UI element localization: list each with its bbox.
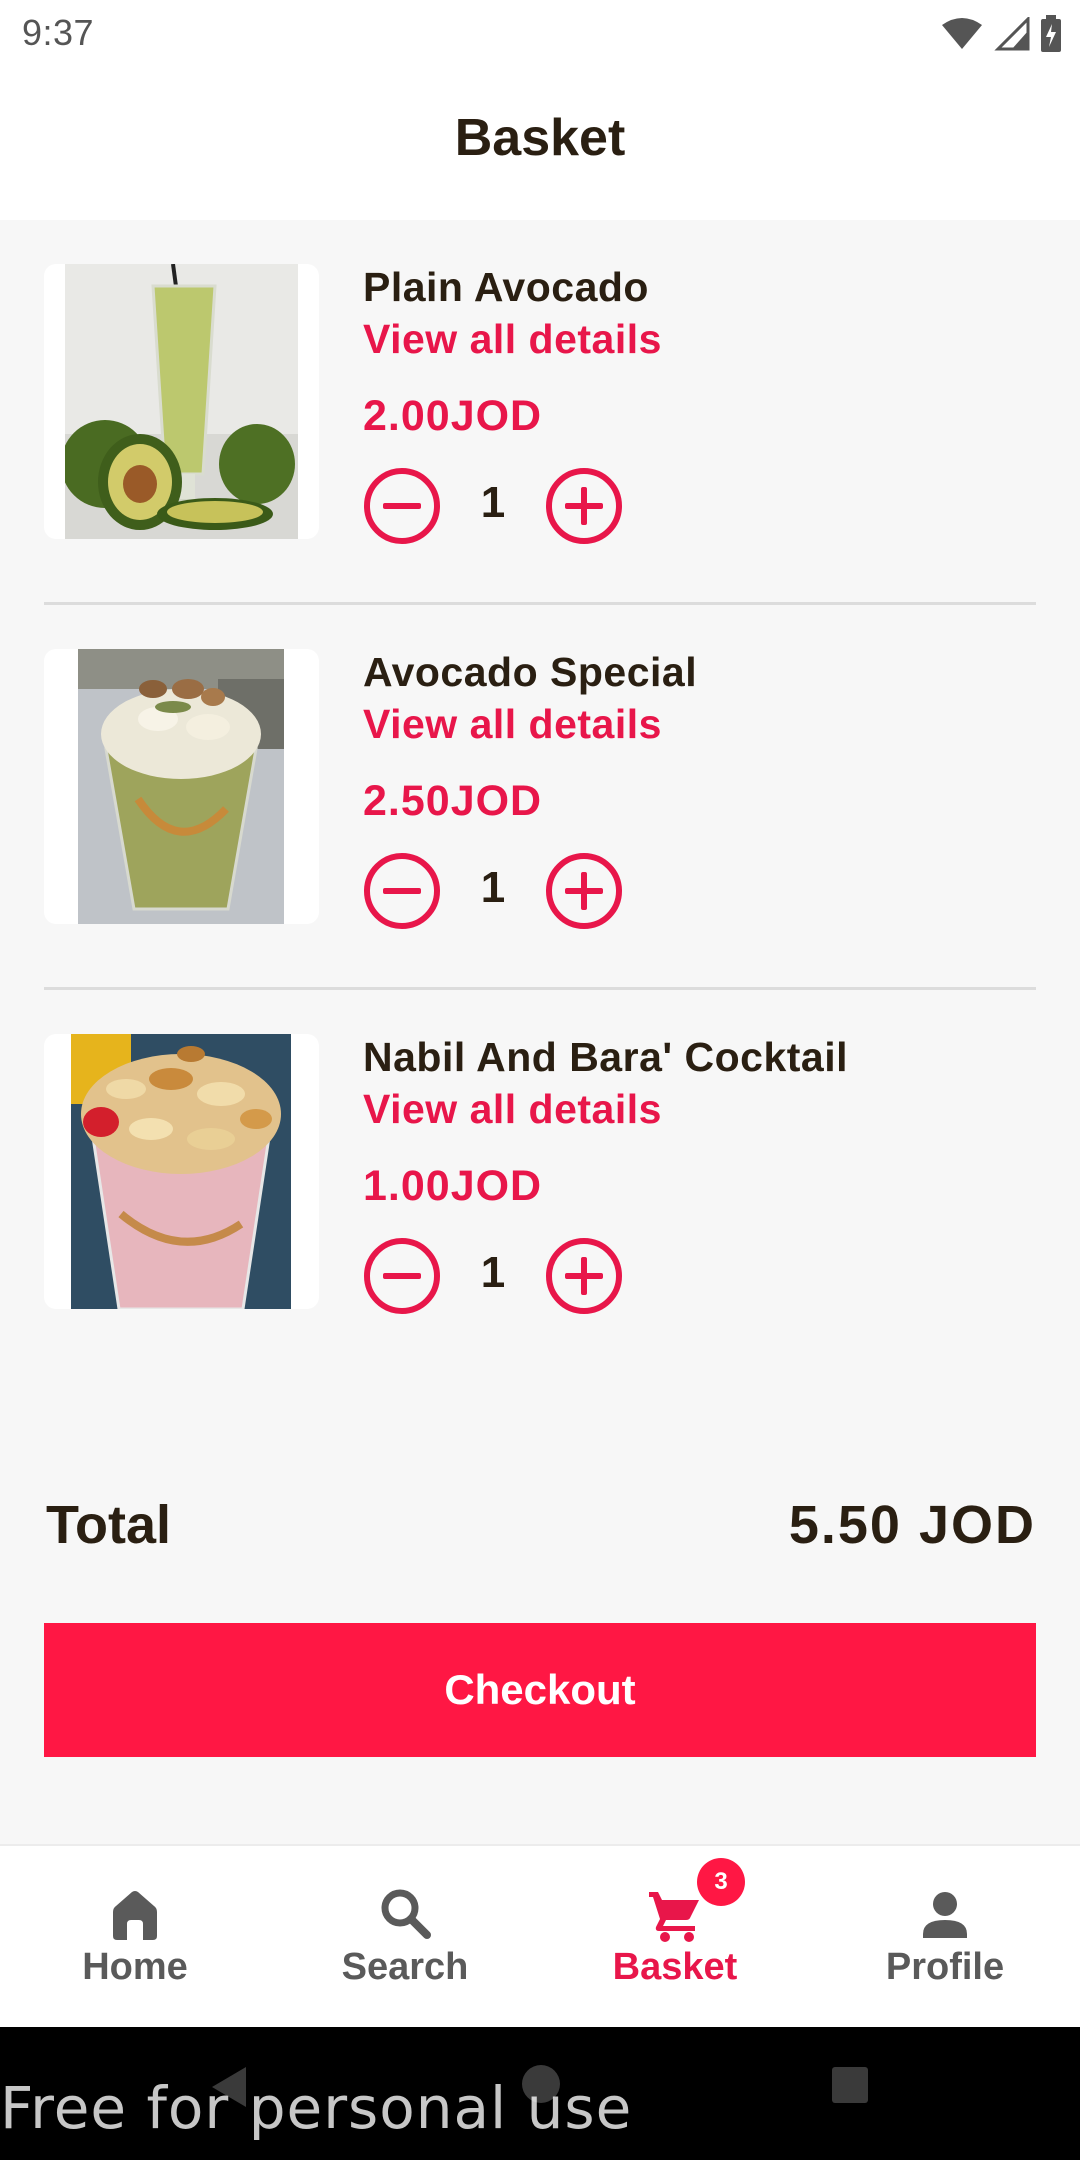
search-icon <box>381 1889 431 1939</box>
product-image[interactable] <box>44 649 319 924</box>
status-bar: 9:37 <box>0 0 1080 66</box>
home-icon <box>113 1891 157 1940</box>
view-details-link[interactable]: View all details <box>363 316 662 363</box>
signal-icon <box>994 17 1030 51</box>
product-name: Plain Avocado <box>363 264 649 310</box>
person-icon <box>923 1892 967 1938</box>
cart-icon <box>649 1892 699 1942</box>
nav-label-search: Search <box>341 1946 469 1988</box>
product-price: 2.00JOD <box>363 392 543 440</box>
page-title: Basket <box>454 109 626 167</box>
minus-icon <box>383 1273 421 1279</box>
wifi-icon <box>942 18 982 49</box>
quantity-value: 1 <box>480 478 506 527</box>
product-price: 2.50JOD <box>363 777 543 825</box>
nav-label-basket: Basket <box>612 1946 738 1988</box>
total-label: Total <box>46 1495 171 1555</box>
decrease-quantity-button[interactable] <box>364 468 440 544</box>
increase-quantity-button[interactable] <box>546 468 622 544</box>
product-name: Nabil And Bara' Cocktail <box>363 1034 849 1080</box>
plain-avocado-image <box>65 264 298 539</box>
plus-icon-vertical <box>581 872 587 910</box>
cart-count-badge: 3 <box>697 1858 745 1906</box>
recents-icon[interactable] <box>830 2065 870 2105</box>
nav-item-profile[interactable]: Profile <box>810 1846 1080 2027</box>
quantity-value: 1 <box>480 1248 506 1297</box>
quantity-value: 1 <box>480 863 506 912</box>
basket-item: Nabil And Bara' Cocktail View all detail… <box>44 990 1036 1375</box>
decrease-quantity-button[interactable] <box>364 1238 440 1314</box>
basket-item: Plain Avocado View all details 2.00JOD 1 <box>44 220 1036 605</box>
plus-icon-vertical <box>581 1257 587 1295</box>
nav-label-profile: Profile <box>885 1946 1005 1988</box>
minus-icon <box>383 888 421 894</box>
status-time: 9:37 <box>22 12 95 53</box>
bottom-nav: Home Search 3 Basket Profile <box>0 1844 1080 2027</box>
nav-item-home[interactable]: Home <box>0 1846 270 2027</box>
increase-quantity-button[interactable] <box>546 853 622 929</box>
nav-item-basket[interactable]: 3 Basket <box>540 1846 810 2027</box>
app-header: Basket <box>0 66 1080 220</box>
avocado-special-image <box>78 649 284 924</box>
basket-item: Avocado Special View all details 2.50JOD… <box>44 605 1036 990</box>
total-value: 5.50 JOD <box>788 1495 1036 1555</box>
plus-icon-vertical <box>581 487 587 525</box>
watermark: Free for personal use <box>0 2074 633 2142</box>
minus-icon <box>383 503 421 509</box>
nav-item-search[interactable]: Search <box>270 1846 540 2027</box>
cocktail-image <box>71 1034 291 1309</box>
increase-quantity-button[interactable] <box>546 1238 622 1314</box>
view-details-link[interactable]: View all details <box>363 1086 662 1133</box>
view-details-link[interactable]: View all details <box>363 701 662 748</box>
product-image[interactable] <box>44 1034 319 1309</box>
nav-label-home: Home <box>82 1946 188 1988</box>
battery-icon <box>1041 15 1061 52</box>
status-icons <box>940 14 1062 54</box>
product-price: 1.00JOD <box>363 1162 543 1210</box>
product-image[interactable] <box>44 264 319 539</box>
checkout-button[interactable]: Checkout <box>44 1623 1036 1757</box>
product-name: Avocado Special <box>363 649 698 695</box>
decrease-quantity-button[interactable] <box>364 853 440 929</box>
